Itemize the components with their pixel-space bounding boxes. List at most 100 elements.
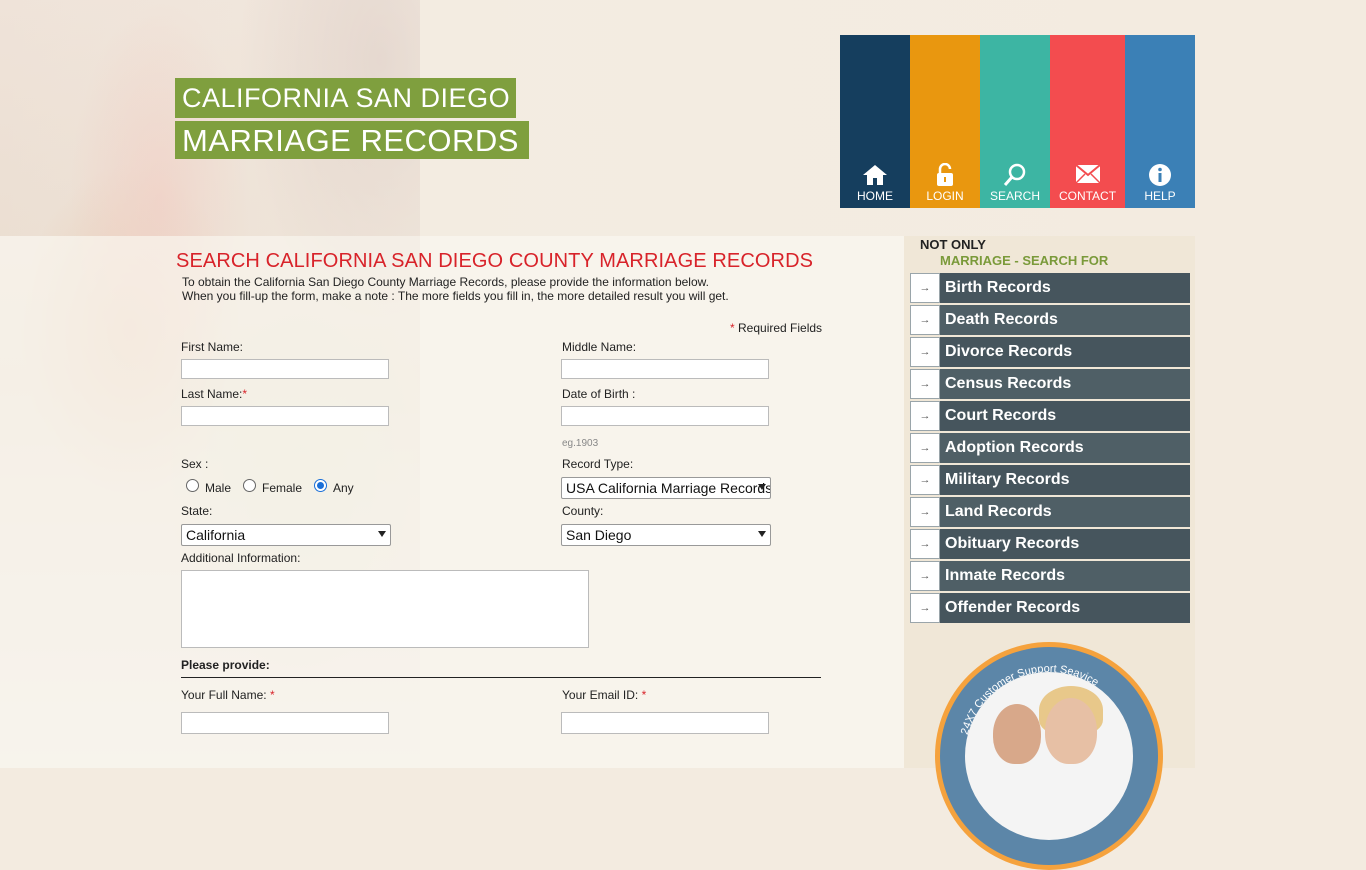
sidebar-item-label: Census Records xyxy=(945,375,1072,392)
full-name-label-text: Your Full Name: xyxy=(181,688,267,702)
required-fields-label: Required Fields xyxy=(738,321,823,335)
sex-female-label: Female xyxy=(262,481,303,495)
agent-photo-1 xyxy=(993,704,1041,764)
sidebar-item-court-records[interactable]: → Court Records xyxy=(910,401,1190,431)
customer-support-badge[interactable]: 24X7 Customer Support Seavice xyxy=(935,642,1163,870)
last-name-label: Last Name:* xyxy=(181,387,247,401)
state-label: State: xyxy=(181,504,213,518)
sex-radio-female[interactable] xyxy=(243,479,256,492)
first-name-input[interactable] xyxy=(181,359,389,379)
nav-contact[interactable]: CONTACT xyxy=(1050,35,1125,208)
sidebar-title-line1: NOT ONLY xyxy=(920,237,986,252)
section-divider xyxy=(181,677,821,678)
state-value: California xyxy=(186,527,246,543)
sidebar-item-label: Birth Records xyxy=(945,279,1051,296)
email-input[interactable] xyxy=(561,712,769,734)
nav-help[interactable]: HELP xyxy=(1125,35,1195,208)
sex-label: Sex : xyxy=(181,457,209,471)
dob-hint: eg.1903 xyxy=(562,438,599,449)
county-label: County: xyxy=(562,504,604,518)
nav-search-label: SEARCH xyxy=(989,189,1040,203)
intro-line-1: To obtain the California San Diego Count… xyxy=(182,275,709,289)
sidebar-item-military-records[interactable]: → Military Records xyxy=(910,465,1190,495)
sidebar-item-inmate-records[interactable]: → Inmate Records xyxy=(910,561,1190,591)
home-icon xyxy=(840,163,910,187)
required-star: * xyxy=(730,321,735,335)
arrow-right-icon: → xyxy=(910,369,940,399)
sidebar-item-divorce-records[interactable]: → Divorce Records xyxy=(910,337,1190,367)
support-agents-photo xyxy=(965,672,1133,840)
sidebar-item-label: Death Records xyxy=(945,311,1058,328)
sidebar-item-label: Adoption Records xyxy=(945,439,1084,456)
chevron-down-icon xyxy=(758,531,766,537)
sidebar-item-offender-records[interactable]: → Offender Records xyxy=(910,593,1190,623)
site-title-line1: CALIFORNIA SAN DIEGO xyxy=(175,78,517,118)
sidebar-item-obituary-records[interactable]: → Obituary Records xyxy=(910,529,1190,559)
nav-search[interactable]: SEARCH xyxy=(980,35,1050,208)
full-name-label: Your Full Name: * xyxy=(181,688,275,702)
middle-name-input[interactable] xyxy=(561,359,769,379)
nav-home[interactable]: HOME xyxy=(840,35,910,208)
required-fields-note: * Required Fields xyxy=(730,321,822,335)
sex-radio-any[interactable] xyxy=(314,479,327,492)
sidebar-item-label: Obituary Records xyxy=(945,535,1080,552)
arrow-right-icon: → xyxy=(910,337,940,367)
chevron-down-icon xyxy=(758,484,766,490)
middle-name-label: Middle Name: xyxy=(562,340,637,354)
info-icon xyxy=(1125,163,1195,187)
state-select[interactable]: California xyxy=(181,524,391,546)
nav-login-label: LOGIN xyxy=(926,189,964,203)
required-star: * xyxy=(641,688,647,702)
record-type-select[interactable]: USA California Marriage Records xyxy=(561,477,771,499)
search-form-panel xyxy=(0,236,904,768)
page-title: SEARCH CALIFORNIA SAN DIEGO COUNTY MARRI… xyxy=(176,250,814,272)
intro-text: To obtain the California San Diego Count… xyxy=(182,275,729,303)
arrow-right-icon: → xyxy=(910,273,940,303)
lock-icon xyxy=(910,163,980,187)
main-nav: HOME LOGIN SEARCH CONTACT HELP xyxy=(840,35,1195,208)
additional-info-textarea[interactable] xyxy=(181,570,589,648)
dob-label: Date of Birth : xyxy=(562,387,636,401)
county-value: San Diego xyxy=(566,527,632,543)
sidebar-item-label: Divorce Records xyxy=(945,343,1073,360)
last-name-label-text: Last Name: xyxy=(181,387,243,401)
site-title-line2: MARRIAGE RECORDS xyxy=(175,121,529,159)
sex-any-label: Any xyxy=(333,481,354,495)
sidebar-item-death-records[interactable]: → Death Records xyxy=(910,305,1190,335)
nav-help-label: HELP xyxy=(1144,189,1176,203)
arrow-right-icon: → xyxy=(910,497,940,527)
sidebar-item-label: Land Records xyxy=(945,503,1052,520)
sidebar-item-birth-records[interactable]: → Birth Records xyxy=(910,273,1190,303)
sidebar-item-label: Inmate Records xyxy=(945,567,1066,584)
sidebar-title-line2: MARRIAGE - SEARCH FOR xyxy=(940,253,1109,268)
chevron-down-icon xyxy=(378,531,386,537)
dob-input[interactable] xyxy=(561,406,769,426)
agent-photo-2 xyxy=(1045,698,1097,764)
sex-radio-male[interactable] xyxy=(186,479,199,492)
record-type-label: Record Type: xyxy=(562,457,634,471)
sex-male-label: Male xyxy=(205,481,232,495)
last-name-input[interactable] xyxy=(181,406,389,426)
sidebar-item-label: Court Records xyxy=(945,407,1057,424)
nav-home-label: HOME xyxy=(857,189,893,203)
first-name-label: First Name: xyxy=(181,340,244,354)
additional-info-label: Additional Information: xyxy=(181,551,301,565)
sidebar-item-adoption-records[interactable]: → Adoption Records xyxy=(910,433,1190,463)
arrow-right-icon: → xyxy=(910,433,940,463)
sidebar-item-label: Military Records xyxy=(945,471,1070,488)
required-star: * xyxy=(269,688,275,702)
arrow-right-icon: → xyxy=(910,561,940,591)
arrow-right-icon: → xyxy=(910,465,940,495)
required-star: * xyxy=(242,387,248,401)
sidebar-item-label: Offender Records xyxy=(945,599,1081,616)
county-select[interactable]: San Diego xyxy=(561,524,771,546)
arrow-right-icon: → xyxy=(910,305,940,335)
arrow-right-icon: → xyxy=(910,529,940,559)
sidebar-item-land-records[interactable]: → Land Records xyxy=(910,497,1190,527)
email-label-text: Your Email ID: xyxy=(562,688,639,702)
full-name-input[interactable] xyxy=(181,712,389,734)
sidebar-item-census-records[interactable]: → Census Records xyxy=(910,369,1190,399)
nav-login[interactable]: LOGIN xyxy=(910,35,980,208)
arrow-right-icon: → xyxy=(910,593,940,623)
please-provide-heading: Please provide: xyxy=(181,658,270,672)
